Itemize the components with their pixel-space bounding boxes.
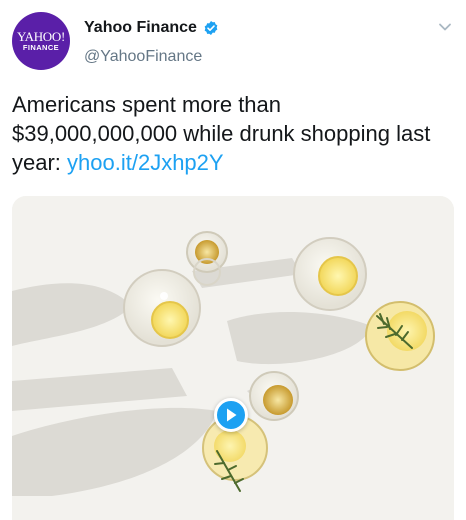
verified-badge-icon: [203, 20, 219, 36]
tweet-text: Americans spent more than $39,000,000,00…: [12, 90, 452, 177]
media-video-thumbnail[interactable]: [12, 196, 454, 520]
drinks-photo: [12, 196, 454, 520]
chevron-down-icon[interactable]: [438, 20, 452, 34]
handle[interactable]: @YahooFinance: [84, 48, 202, 66]
avatar[interactable]: YAHOO! FINANCE: [12, 12, 70, 70]
avatar-logo-bottom: FINANCE: [22, 42, 60, 52]
author-name-row: Yahoo Finance: [84, 19, 219, 37]
tweet-link[interactable]: yhoo.it/2Jxhp2Y: [67, 150, 224, 175]
play-button[interactable]: [214, 398, 248, 432]
display-name[interactable]: Yahoo Finance: [84, 19, 197, 37]
avatar-logo-top: YAHOO!: [16, 28, 66, 44]
play-icon: [227, 408, 237, 422]
tweet-card[interactable]: YAHOO! FINANCE Yahoo Finance @YahooFinan…: [0, 0, 466, 520]
